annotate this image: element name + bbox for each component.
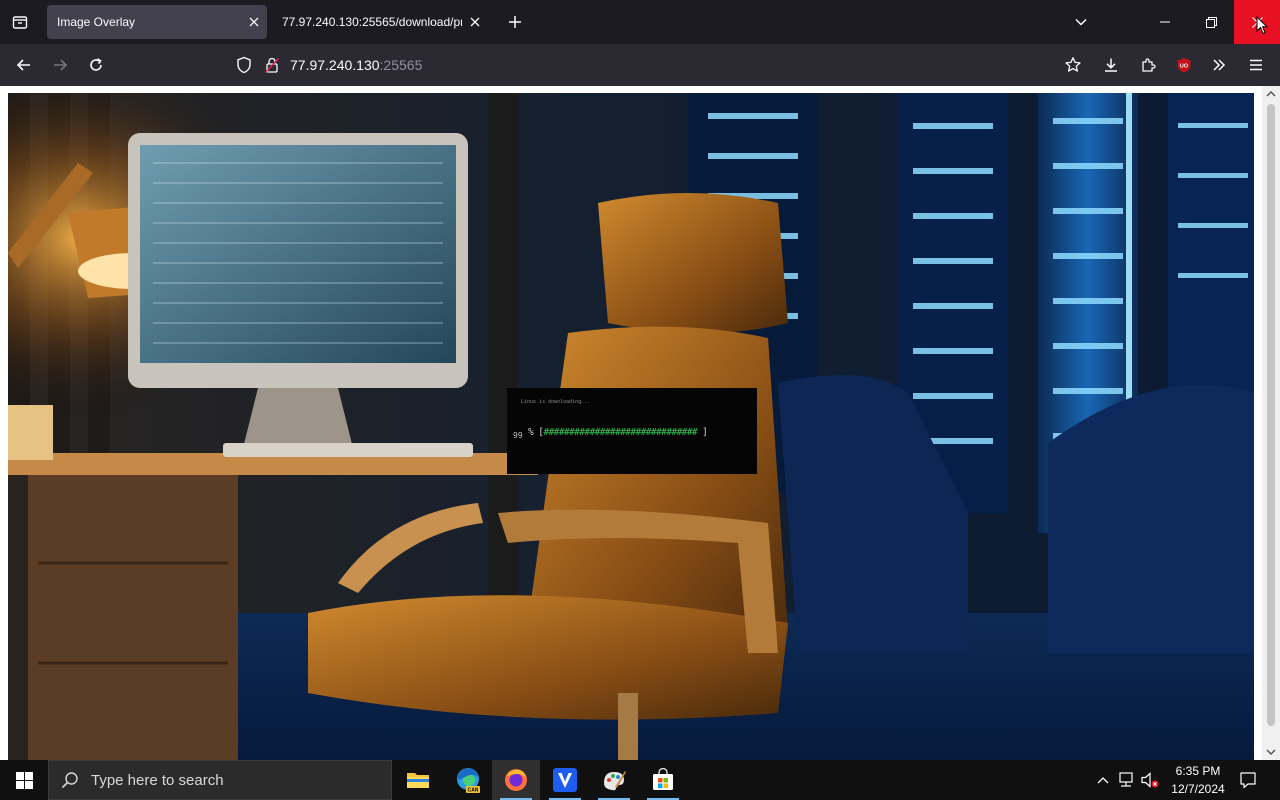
bar-close-bracket: ] [702, 427, 708, 438]
shield-icon[interactable] [236, 56, 252, 74]
ublock-origin-button[interactable]: UO [1168, 49, 1200, 81]
network-icon [1119, 772, 1133, 787]
url-host: 77.97.240.130 [290, 57, 380, 73]
star-icon [1065, 57, 1081, 72]
clock-time: 6:35 PM [1175, 764, 1221, 778]
double-chevron-right-icon [1213, 59, 1226, 71]
search-icon [61, 772, 78, 789]
taskbar-v-app[interactable] [541, 760, 589, 800]
edge-canary-icon: CAN [457, 768, 480, 794]
restore-button[interactable] [1188, 0, 1234, 44]
svg-text:CAN: CAN [468, 788, 479, 794]
tab-close-button[interactable] [241, 9, 267, 35]
windows-taskbar: Type here to search CAN 6:35 PM 12/7/202… [0, 760, 1280, 800]
firefox-icon [505, 769, 527, 791]
firefox-view-button[interactable] [5, 6, 35, 38]
tab-title: 77.97.240.130:25565/download/pro [282, 15, 462, 29]
downloads-button[interactable] [1095, 49, 1127, 81]
plus-icon [509, 16, 521, 28]
folder-icon [407, 773, 429, 788]
tab-download[interactable]: 77.97.240.130:25565/download/pro [272, 5, 488, 39]
restore-icon [1205, 16, 1217, 28]
navigation-toolbar: 77.97.240.130:25565 UO [0, 44, 1280, 86]
progress-bar: % [############################## ] [528, 427, 708, 438]
minimize-button[interactable] [1142, 0, 1188, 44]
vertical-scrollbar[interactable] [1262, 86, 1280, 760]
progress-bar-fill: ############################## [543, 427, 697, 438]
progress-percent: 99 [513, 431, 523, 440]
reload-button[interactable] [80, 49, 112, 81]
percent-sign: % [528, 427, 534, 438]
show-hidden-icons-button[interactable] [1093, 760, 1113, 800]
windows-logo-icon [15, 771, 33, 789]
bookmark-star-button[interactable] [1057, 49, 1089, 81]
close-icon [249, 17, 259, 27]
firefox-view-icon [12, 16, 28, 29]
chevron-up-icon [1097, 777, 1109, 784]
volume-muted-icon [1141, 772, 1159, 788]
v-app-icon [553, 768, 577, 792]
tab-image-overlay[interactable]: Image Overlay [47, 5, 267, 39]
list-all-tabs-button[interactable] [1066, 6, 1096, 38]
clock-date: 12/7/2024 [1171, 782, 1225, 796]
address-bar[interactable]: 77.97.240.130:25565 [228, 50, 1028, 80]
background-image: Linux is downloading... 99 % [##########… [8, 93, 1254, 760]
taskbar-clock[interactable]: 6:35 PM 12/7/2024 [1162, 762, 1234, 798]
new-tab-button[interactable] [500, 6, 530, 38]
mouse-cursor-icon [1256, 16, 1268, 35]
tab-close-button[interactable] [462, 9, 488, 35]
arrow-right-icon [54, 59, 68, 71]
scroll-down-arrow-icon[interactable] [1266, 748, 1276, 756]
forward-button[interactable] [44, 49, 76, 81]
scroll-thumb[interactable] [1267, 104, 1275, 726]
taskbar-store[interactable] [639, 760, 687, 800]
puzzle-icon [1142, 58, 1156, 72]
extensions-button[interactable] [1132, 49, 1164, 81]
reload-icon [90, 58, 102, 71]
taskbar-firefox[interactable] [492, 760, 540, 800]
taskbar-paint-app[interactable] [590, 760, 638, 800]
paint-palette-icon [604, 771, 626, 791]
arrow-left-icon [16, 59, 30, 71]
tab-title: Image Overlay [57, 15, 136, 29]
url-port: :25565 [379, 57, 423, 73]
taskbar-edge-canary[interactable]: CAN [444, 760, 492, 800]
chevron-down-icon [1075, 18, 1087, 26]
network-tray-button[interactable] [1115, 760, 1137, 800]
ublock-origin-icon: UO [1177, 58, 1191, 73]
overlay-title: Linux is downloading... [521, 399, 591, 405]
start-button[interactable] [0, 760, 48, 800]
taskbar-search-box[interactable]: Type here to search [48, 760, 392, 800]
app-menu-button[interactable] [1240, 49, 1272, 81]
insecure-lock-icon[interactable] [264, 56, 280, 74]
scroll-up-arrow-icon[interactable] [1266, 90, 1276, 98]
action-center-button[interactable] [1234, 760, 1262, 800]
svg-text:UO: UO [1180, 64, 1189, 70]
progress-value: 99 [513, 431, 523, 440]
taskbar-file-explorer[interactable] [394, 760, 442, 800]
page-content: Linux is downloading... 99 % [##########… [0, 86, 1280, 760]
hamburger-menu-icon [1250, 59, 1262, 71]
tab-bar: Image Overlay 77.97.240.130:25565/downlo… [0, 0, 1280, 44]
download-progress-overlay: Linux is downloading... 99 % [##########… [507, 388, 757, 474]
minimize-icon [1160, 21, 1170, 23]
back-button[interactable] [8, 49, 40, 81]
notification-icon [1240, 772, 1256, 789]
volume-tray-button[interactable] [1139, 760, 1161, 800]
store-bag-icon [653, 768, 673, 790]
download-icon [1105, 58, 1117, 72]
more-tools-button[interactable] [1203, 49, 1235, 81]
close-icon [470, 17, 480, 27]
search-placeholder: Type here to search [91, 771, 224, 789]
